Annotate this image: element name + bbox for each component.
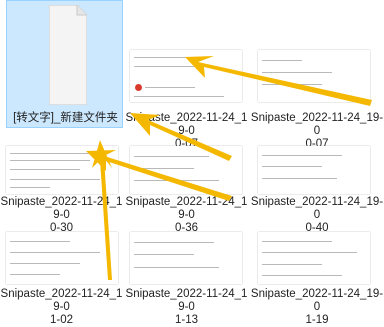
document-icon: [49, 5, 87, 105]
thumbnail: [258, 232, 370, 284]
thumbnail: [258, 146, 370, 194]
thumbnail: [6, 146, 118, 194]
file-tile[interactable]: Snipaste_2022-11-24_19-0 1-19: [250, 232, 384, 326]
file-name: Snipaste_2022-11-24_19-0 0-36: [125, 196, 248, 234]
thumbnail: [130, 50, 242, 102]
file-tile[interactable]: Snipaste_2022-11-24_19-0 0-07: [124, 50, 249, 150]
file-tile-folder[interactable]: [转文字]_新建文件夹: [6, 0, 123, 128]
file-tile[interactable]: Snipaste_2022-11-24_19-0 0-40: [250, 146, 384, 234]
file-name: [转文字]_新建文件夹: [13, 112, 118, 124]
file-tile[interactable]: Snipaste_2022-11-24_19-0 1-02: [0, 232, 123, 326]
thumbnail: [6, 232, 118, 284]
file-tile[interactable]: Snipaste_2022-11-24_19-0 1-13: [124, 232, 249, 326]
file-name: Snipaste_2022-11-24_19-0 1-19: [250, 288, 384, 326]
file-name: Snipaste_2022-11-24_19-0 0-40: [250, 196, 384, 234]
thumbnail: [258, 50, 370, 102]
file-name: Snipaste_2022-11-24_19-0 0-30: [0, 196, 123, 234]
app-icon: [135, 84, 142, 91]
thumbnail: [130, 232, 242, 284]
thumbnail: [130, 146, 242, 194]
file-tile[interactable]: Snipaste_2022-11-24_19-0 0-30: [0, 146, 123, 234]
file-tile[interactable]: Snipaste_2022-11-24_19-0 0-07: [250, 50, 384, 150]
file-name: Snipaste_2022-11-24_19-0 1-02: [0, 288, 123, 326]
file-name-line1: Snipaste_2022-11-24_19-0: [125, 112, 248, 137]
file-tile[interactable]: Snipaste_2022-11-24_19-0 0-36: [124, 146, 249, 234]
file-name: Snipaste_2022-11-24_19-0 1-13: [125, 288, 248, 326]
